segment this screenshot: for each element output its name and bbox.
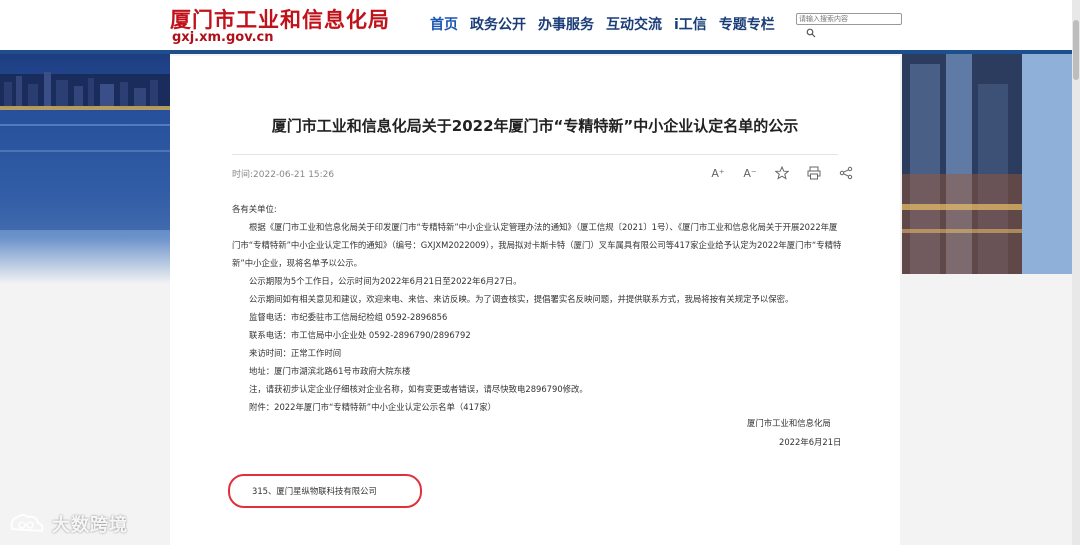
paragraph-address: 地址：厦门市湖滨北路61号市政府大院东楼 xyxy=(249,366,411,376)
nav-item-home[interactable]: 首页 xyxy=(430,14,458,34)
watermark: 大数跨境 xyxy=(8,511,128,537)
watermark-text: 大数跨境 xyxy=(52,515,128,536)
article-body: 各有关单位: 根据《厦门市工业和信息化局关于印发厦门市“专精特新”中小企业认定管… xyxy=(232,200,842,416)
signature-org: 厦门市工业和信息化局 xyxy=(747,418,831,428)
nav-item-interaction[interactable]: 互动交流 xyxy=(606,14,662,34)
font-smaller-button[interactable]: A⁻ xyxy=(741,164,759,182)
nav-item-services[interactable]: 办事服务 xyxy=(538,14,594,34)
salutation: 各有关单位: xyxy=(232,204,277,214)
font-larger-button[interactable]: A⁺ xyxy=(709,164,727,182)
article-card: 厦门市工业和信息化局关于2022年厦门市“专精特新”中小企业认定名单的公示 时间… xyxy=(170,56,900,545)
favorite-star-icon[interactable] xyxy=(773,164,791,182)
main-nav: 首页 政务公开 办事服务 互动交流 i工信 专题专栏 xyxy=(430,14,787,34)
scrollbar-thumb[interactable] xyxy=(1073,20,1079,80)
scrollbar-track[interactable] xyxy=(1072,0,1080,545)
search-input[interactable] xyxy=(796,13,902,25)
article-title: 厦门市工业和信息化局关于2022年厦门市“专精特新”中小企业认定名单的公示 xyxy=(271,117,799,135)
paragraph-supervision-phone: 监督电话：市纪委驻市工信局纪检组 0592-2896856 xyxy=(249,312,448,322)
publish-time: 时间:2022-06-21 15:26 xyxy=(232,170,335,180)
site-url[interactable]: gxj.xm.gov.cn xyxy=(172,30,274,45)
share-icon[interactable] xyxy=(837,164,855,182)
paragraph-contact-phone: 联系电话：市工信局中小企业处 0592-2896790/2896792 xyxy=(249,330,471,340)
paragraph-basis: 根据《厦门市工业和信息化局关于印发厦门市“专精特新”中小企业认定管理办法的通知》… xyxy=(232,222,842,268)
watermark-logo-icon xyxy=(10,514,44,533)
title-divider xyxy=(232,154,838,155)
article-tools: A⁺ A⁻ xyxy=(695,164,855,182)
nav-item-i-gongxin[interactable]: i工信 xyxy=(674,14,707,34)
right-tower-image xyxy=(902,54,1072,274)
highlighted-company-entry: 315、厦门星纵物联科技有限公司 xyxy=(252,486,377,496)
nav-item-government-affairs[interactable]: 政务公开 xyxy=(470,14,526,34)
paragraph-period: 公示期限为5个工作日，公示时间为2022年6月21日至2022年6月27日。 xyxy=(249,276,522,286)
paragraph-feedback: 公示期间如有相关意见和建议，欢迎来电、来信、来访反映。为了调查核实，提倡署实名反… xyxy=(249,294,794,304)
search-icon[interactable] xyxy=(806,28,816,38)
paragraph-visit-time: 来访时间：正常工作时间 xyxy=(249,348,342,358)
nav-item-special-topics[interactable]: 专题专栏 xyxy=(719,14,775,34)
left-skyline-image xyxy=(0,54,170,284)
site-header: 厦门市工业和信息化局 gxj.xm.gov.cn 首页 政务公开 办事服务 互动… xyxy=(0,0,1080,52)
paragraph-note: 注，请获初步认定企业仔细核对企业名称，如有变更或者错误，请尽快致电2896790… xyxy=(249,384,588,394)
signature-date: 2022年6月21日 xyxy=(779,437,842,447)
print-icon[interactable] xyxy=(805,164,823,182)
attachment-link[interactable]: 附件：2022年厦门市“专精特新”中小企业认定公示名单（417家） xyxy=(232,398,842,416)
